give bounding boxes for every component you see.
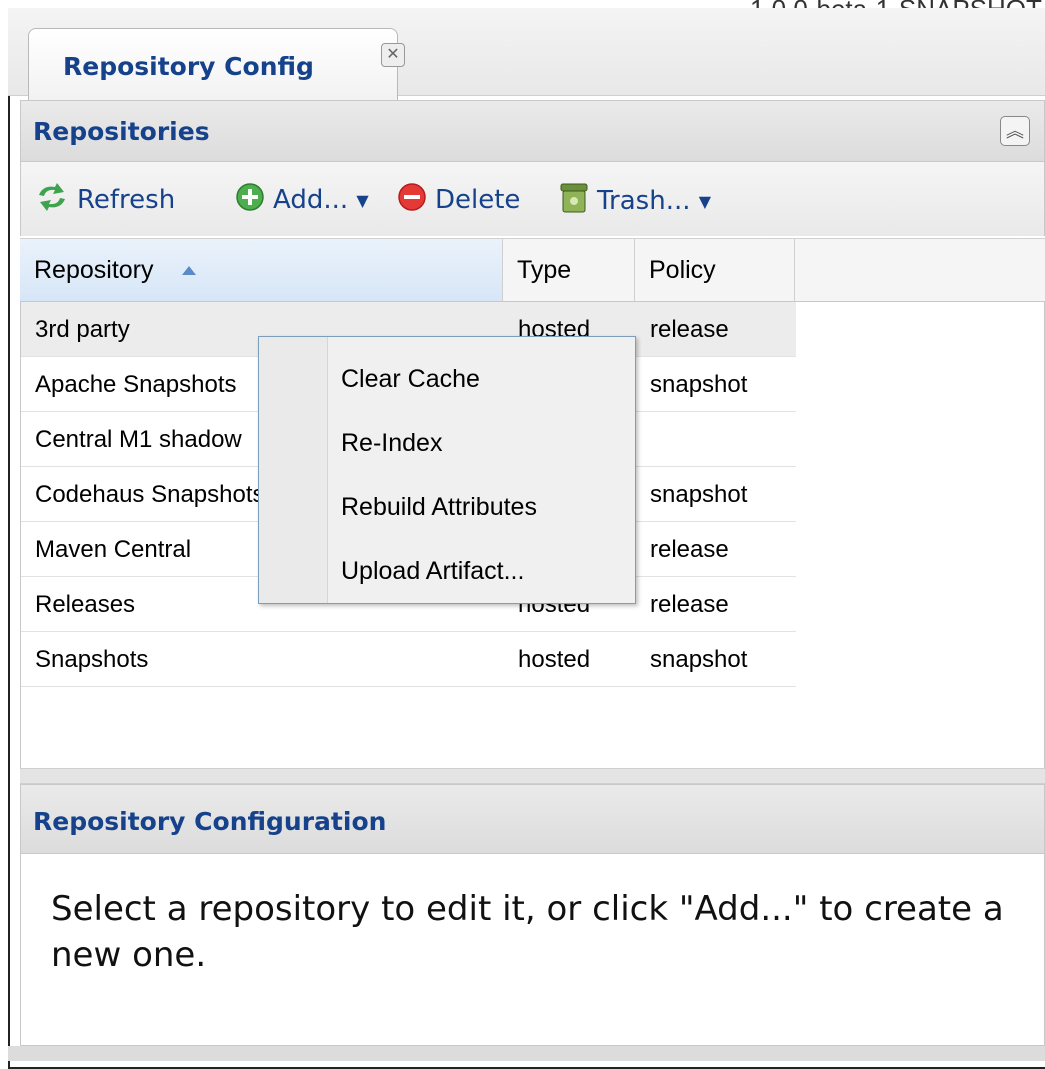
refresh-label: Refresh [77,185,176,215]
add-icon [235,182,265,219]
table-row[interactable]: Snapshots hosted snapshot [21,632,796,687]
cell-type: hosted [518,646,591,673]
column-header-type[interactable]: Type [503,239,635,301]
configuration-panel-body: Select a repository to edit it, or click… [20,854,1045,1046]
cell-repository: Snapshots [35,646,149,673]
repositories-panel-header: Repositories ︽ [20,100,1045,162]
chevron-down-icon: ▼ [356,191,369,210]
configuration-hint-text: Select a repository to edit it, or click… [51,889,1004,975]
delete-icon [397,182,427,219]
delete-button[interactable]: Delete [397,182,520,216]
refresh-icon [35,182,69,219]
cell-policy: release [650,591,729,618]
menu-item-upload-artifact[interactable]: Upload Artifact... [341,557,524,586]
cell-policy: release [650,536,729,563]
add-button[interactable]: Add... ▼ [235,182,369,216]
bottom-edge [8,1046,1045,1061]
tab-label: Repository Config [63,52,314,81]
configuration-panel-header: Repository Configuration [20,784,1045,854]
panel-title: Repositories [33,117,210,146]
menu-item-clear-cache[interactable]: Clear Cache [341,365,480,394]
sort-ascending-icon [182,266,196,275]
tab-repository-config[interactable]: Repository Config ✕ [28,28,405,100]
trash-label: Trash... [597,186,691,216]
trash-button[interactable]: Trash... ▼ [559,182,711,216]
cell-policy: snapshot [650,646,748,673]
collapse-icon[interactable]: ︽ [1000,116,1030,146]
menu-item-rebuild-attributes[interactable]: Rebuild Attributes [341,493,537,522]
column-header-repository[interactable]: Repository [20,239,503,301]
grid-header: Repository Type Policy [20,238,1045,302]
menu-item-re-index[interactable]: Re-Index [341,429,442,458]
context-menu: Clear Cache Re-Index Rebuild Attributes … [258,336,636,604]
refresh-button[interactable]: Refresh [35,182,175,216]
tab-bar: Repository Config ✕ [8,8,1045,100]
split-bar[interactable] [20,768,1045,784]
column-header-policy[interactable]: Policy [635,239,795,301]
cell-policy: snapshot [650,481,748,508]
delete-label: Delete [435,185,521,215]
configuration-panel-title: Repository Configuration [33,807,387,836]
cell-policy: release [650,316,729,343]
repositories-toolbar: Refresh Add... ▼ Delete Trash... ▼ [20,162,1045,236]
chevron-down-icon: ▼ [698,192,712,211]
cell-policy: snapshot [650,371,748,398]
close-icon[interactable]: ✕ [381,43,405,67]
trash-icon [559,182,589,221]
add-label: Add... [273,185,349,215]
menu-icon-gutter [259,337,328,603]
